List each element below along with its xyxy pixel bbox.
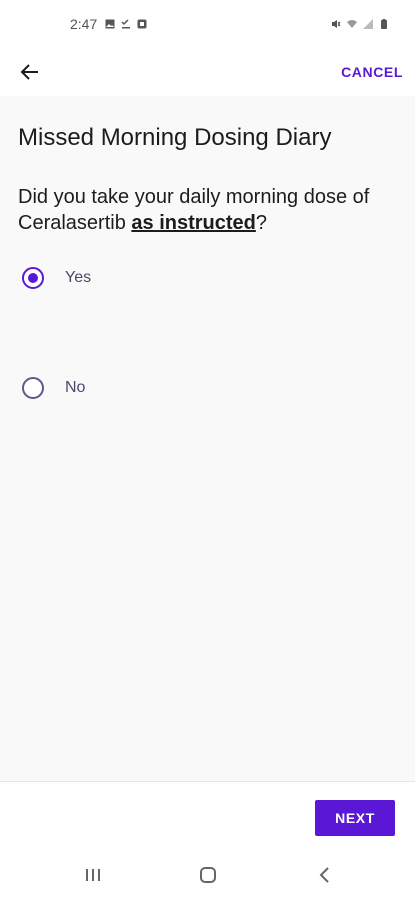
option-label-no: No [65, 379, 86, 396]
question-emphasis: as instructed [131, 212, 256, 234]
question-text: Did you take your daily morning dose of … [18, 184, 397, 236]
recents-icon [86, 869, 100, 881]
cancel-button[interactable]: CANCEL [341, 58, 403, 86]
gallery-icon [105, 19, 115, 29]
home-icon [200, 867, 216, 883]
arrow-left-icon [20, 64, 38, 80]
status-right-icons [331, 19, 389, 29]
option-no[interactable]: No [22, 377, 85, 399]
mute-icon [332, 20, 341, 28]
status-time: 2:47 [70, 16, 98, 32]
signal-icon [363, 19, 373, 29]
back-icon [319, 867, 329, 883]
radio-no[interactable] [22, 377, 44, 399]
nav-back-button[interactable] [310, 863, 340, 887]
next-button[interactable]: NEXT [315, 800, 395, 836]
option-label-yes: Yes [65, 269, 92, 286]
square-icon [137, 19, 147, 29]
wifi-icon [347, 20, 357, 28]
app-bar: CANCEL [0, 48, 415, 96]
recents-button[interactable] [78, 863, 108, 887]
status-bar: 2:47 [0, 0, 415, 48]
radio-yes[interactable] [22, 267, 44, 289]
content-area: Missed Morning Dosing Diary Did you take… [0, 96, 415, 781]
back-button[interactable] [6, 48, 54, 96]
option-yes[interactable]: Yes [22, 267, 91, 289]
status-left-icons [105, 19, 147, 29]
system-nav-bar [0, 851, 415, 900]
page-title: Missed Morning Dosing Diary [18, 124, 332, 151]
battery-icon [381, 19, 387, 29]
home-button[interactable] [193, 863, 223, 887]
question-suffix: ? [255, 212, 267, 234]
footer: NEXT [0, 781, 415, 851]
check-icon [121, 19, 131, 29]
radio-selected-dot [28, 273, 38, 283]
